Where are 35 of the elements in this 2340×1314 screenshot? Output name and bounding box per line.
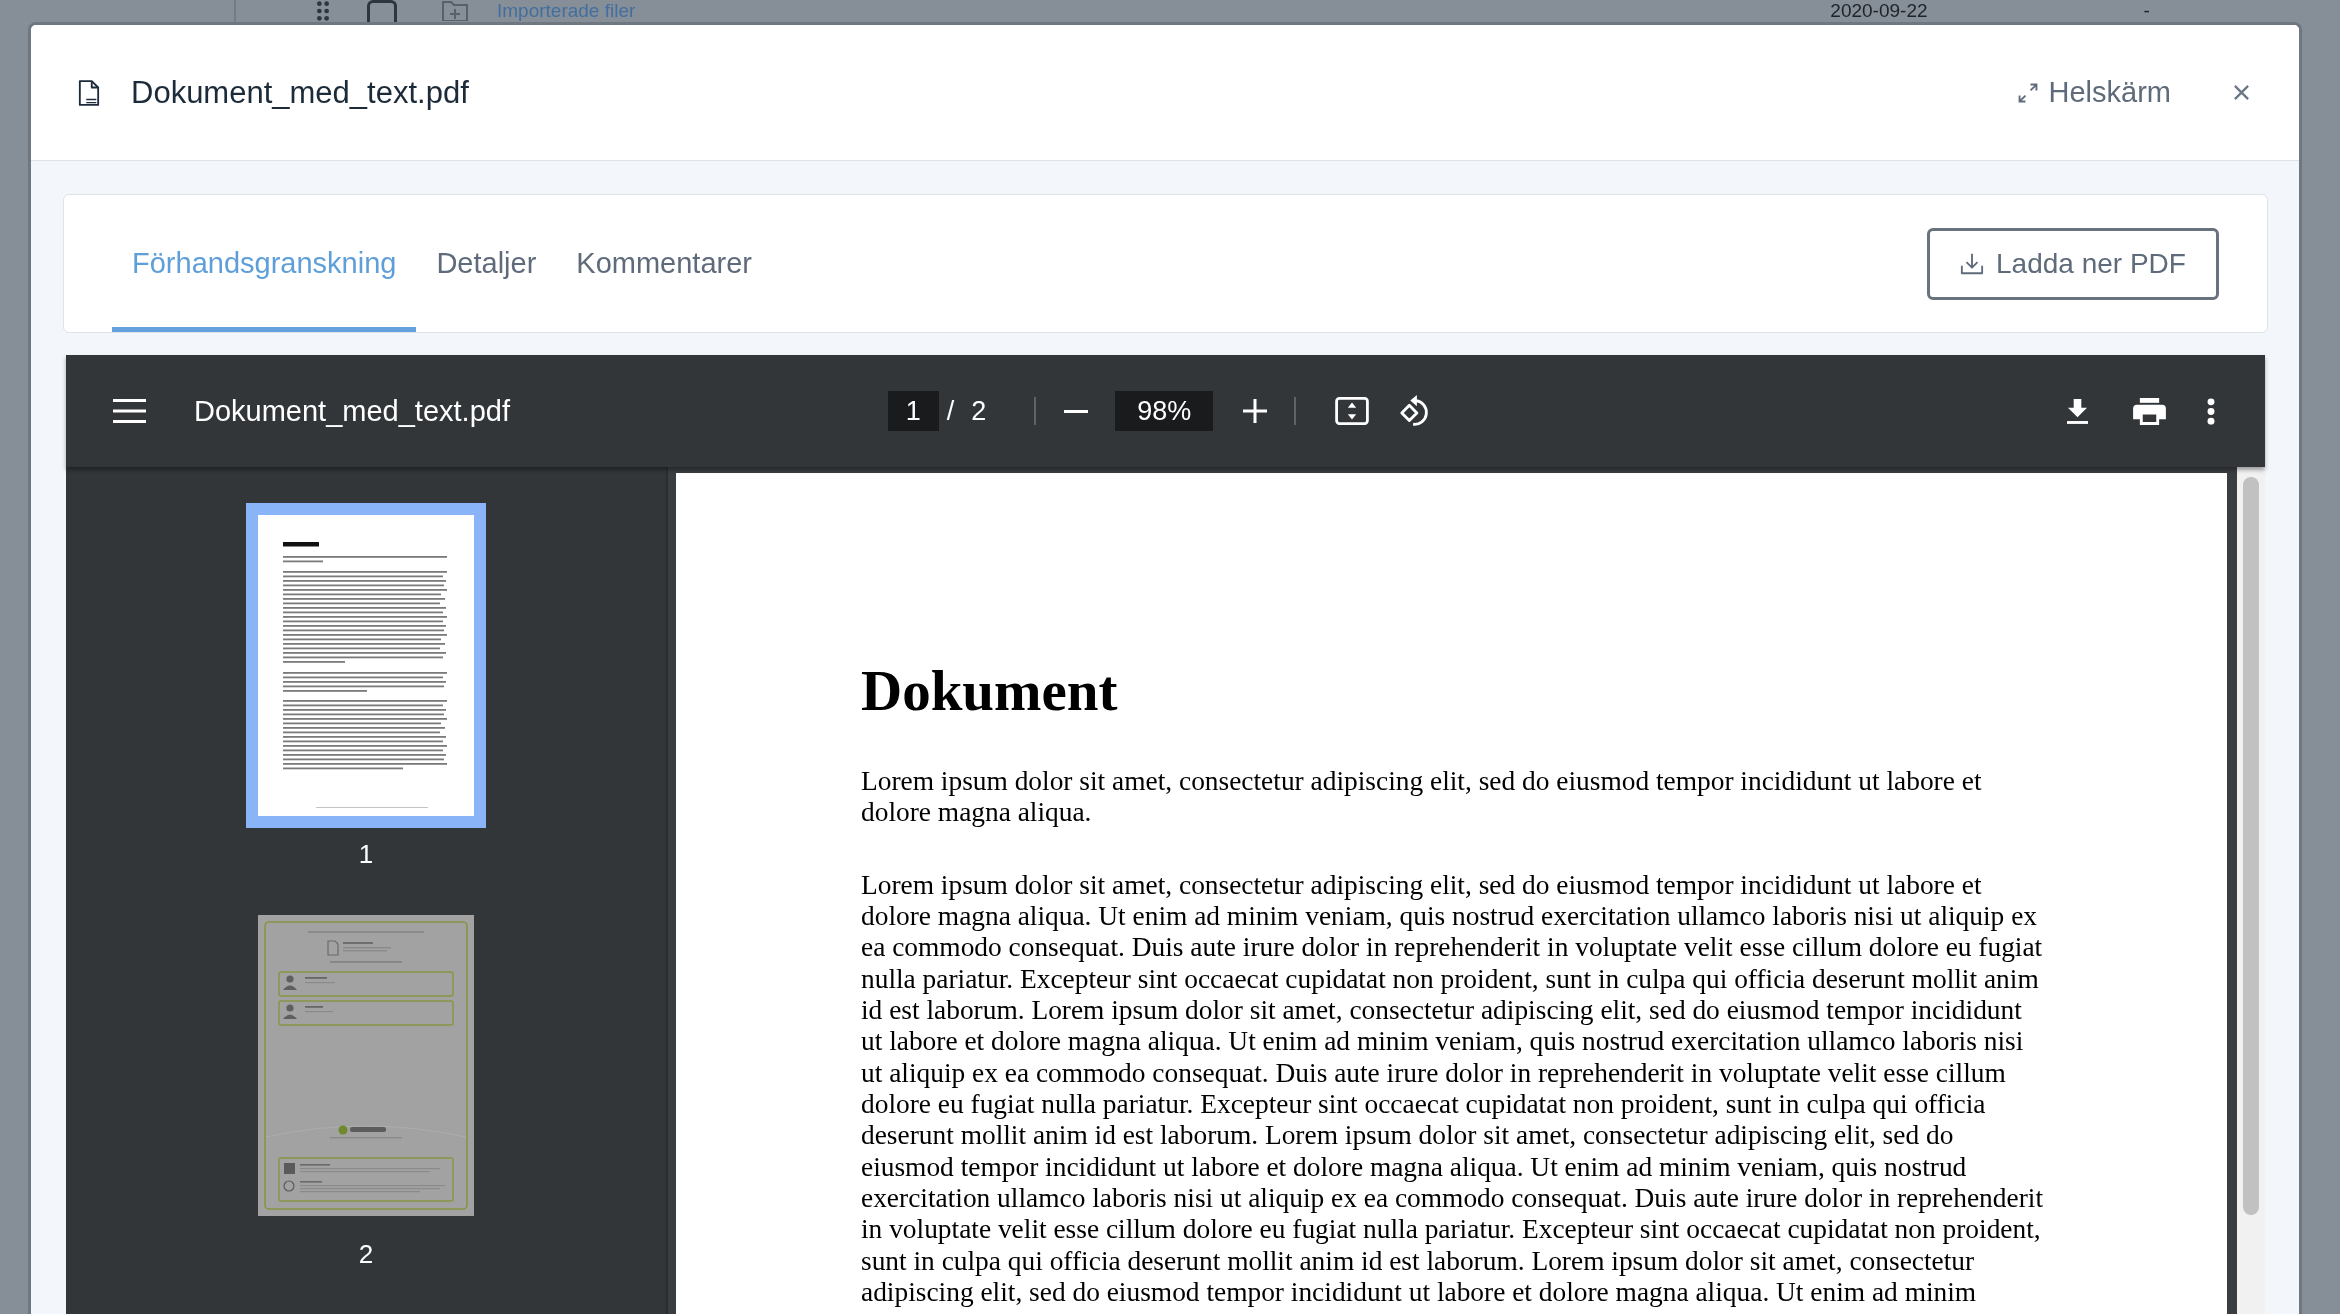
drag-handle-icon[interactable] <box>316 1 330 21</box>
tab[interactable]: Detaljer <box>416 195 557 332</box>
zoom-field[interactable]: 98% <box>1115 391 1214 431</box>
scrollbar-track[interactable] <box>2237 467 2265 1314</box>
document-heading: Dokument <box>861 658 1118 723</box>
page-thumbnail[interactable] <box>258 915 474 1216</box>
dialog-title: Dokument_med_text.pdf <box>131 74 469 111</box>
minus-icon <box>1064 409 1089 413</box>
date-text: 2020-09-22 <box>1830 0 1928 22</box>
tab[interactable]: Kommentarer <box>556 195 772 332</box>
page-number-field[interactable]: 1 <box>887 391 939 431</box>
print-icon <box>2132 397 2166 425</box>
document-icon <box>78 78 100 107</box>
download-pdf-button[interactable]: Ladda ner PDF <box>1927 227 2219 300</box>
document-paragraph: Lorem ipsum dolor sit amet, consectetur adipiscing elit, sed do eiusmod tempor incididunt ut labore et dolore magna aliqua. Ut enim ad minim veniam, quis nostrud exercitation ullamco laboris nisi ut aliquip ex ea commodo consequat. Duis aute irure dolor in reprehenderit in voluptate velit esse cillum dolore eu fugiat nulla pariatur. Excepteur sint occaecat cupidatat non proident, sunt in culpa qui officia deserunt mollit anim id est laborum. Lorem ipsum dolor sit amet, consectetur adipiscing elit, sed do eiusmod tempor incididunt ut labore et dolore magna aliqua. Ut enim ad minim veniam, quis nostrud exercitation ullamco laboris nisi ut aliquip ex ea commodo consequat. Duis aute irure dolor in reprehenderit in voluptate velit esse cillum dolore eu fugiat nulla pariatur. Excepteur sint occaecat cupidatat non proident, sunt in culpa qui officia deserunt mollit anim id est laborum. Lorem ipsum dolor sit amet, consectetur adipiscing elit, sed do eiusmod tempor incididunt ut labore et dolore magna aliqua. Ut enim ad minim veniam, quis nostrud exercitation ullamco laboris nisi ut aliquip ex ea commodo consequat. Duis aute irure dolor in reprehenderit in voluptate velit esse cillum dolore eu fugiat nulla pariatur. Excepteur sint occaecat cupidatat non proident, sunt in culpa qui officia deserunt mollit anim id est laborum. Lorem ipsum dolor sit amet, consectetur adipiscing elit, sed do eiusmod tempor incididunt ut labore et dolore magna aliqua. Ut enim ad minim <box>861 869 2043 1309</box>
viewer-title: Dokument_med_text.pdf <box>194 394 510 428</box>
thumbnail-label: 2 <box>358 1239 374 1269</box>
dash-text: - <box>2143 0 2150 22</box>
plus-icon <box>1243 399 1268 423</box>
page-count-text: 2 <box>971 395 987 427</box>
document-paragraph: Lorem ipsum dolor sit amet, consectetur adipiscing elit, sed do eiusmod tempor incididunt ut labore et dolore magna aliqua. <box>861 766 1982 829</box>
fit-page-icon <box>1335 397 1370 425</box>
page-separator-text: / <box>946 395 955 427</box>
menu-icon <box>113 399 146 423</box>
close-icon <box>2233 84 2250 101</box>
thumbnail-label: 1 <box>358 839 374 869</box>
download-tray-icon <box>1960 251 1985 276</box>
scrollbar-thumb[interactable] <box>2243 477 2259 1215</box>
fullscreen-button[interactable]: Helskärm <box>2016 76 2171 109</box>
download-icon <box>2066 398 2088 424</box>
folder-plus-icon <box>441 1 469 21</box>
page-thumbnail[interactable] <box>246 503 486 828</box>
expand-icon <box>2016 81 2039 104</box>
tab[interactable]: Förhandsgranskning <box>112 195 417 332</box>
more-icon <box>2207 397 2215 425</box>
